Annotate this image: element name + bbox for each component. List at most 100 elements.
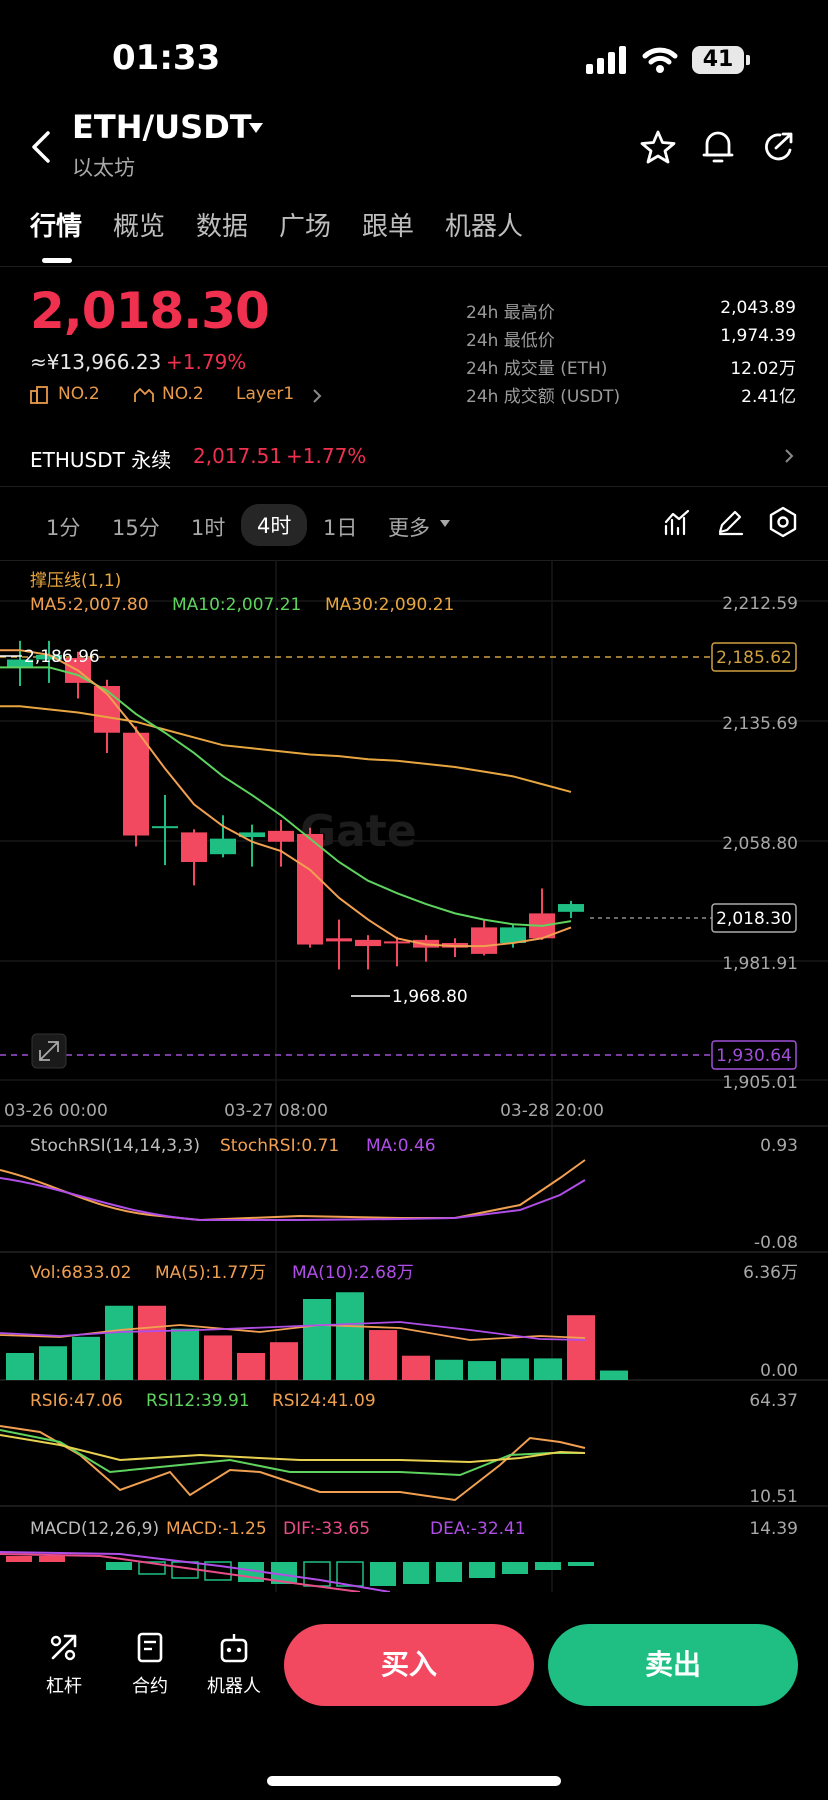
vol-label: Vol:6833.02 <box>30 1263 131 1283</box>
tab-copy-trade[interactable]: 跟单 <box>362 206 414 243</box>
indicator-icon[interactable] <box>664 508 690 536</box>
candle-body <box>181 832 207 862</box>
stochrsi-value: StochRSI:0.71 <box>220 1136 339 1156</box>
dea-value: DEA:-32.41 <box>430 1519 526 1539</box>
chevron-right-icon[interactable] <box>784 448 794 464</box>
tab-square[interactable]: 广场 <box>279 206 331 243</box>
y-tick-5: 1,905.01 <box>722 1073 798 1093</box>
stochrsi-ma: MA:0.46 <box>366 1136 436 1156</box>
volume-bar <box>534 1358 562 1380</box>
y-tick-3: 2,058.80 <box>722 834 798 854</box>
section-tabs: 行情 概览 数据 广场 跟单 机器人 <box>0 206 828 258</box>
bot-label: 机器人 <box>207 1676 261 1697</box>
timeframe-more[interactable]: 更多 <box>388 512 430 542</box>
volume-bar <box>138 1305 166 1380</box>
vol-top: 6.36万 <box>743 1263 798 1283</box>
candle-body <box>268 830 294 842</box>
x-label-1: 03-26 00:00 <box>4 1101 108 1121</box>
vol-ma10: MA(10):2.68万 <box>292 1263 414 1283</box>
leverage-icon <box>50 1634 77 1661</box>
tab-market[interactable]: 行情 <box>30 206 82 243</box>
contract-label: 合约 <box>132 1676 168 1697</box>
ma5-label: MA5:2,007.80 <box>30 595 149 615</box>
pair-title[interactable]: ETH/USDT <box>72 108 252 146</box>
candle-body <box>326 938 352 942</box>
volume-bar <box>435 1359 463 1380</box>
volume-bar <box>6 1353 34 1380</box>
high-label: 2,186.96 <box>24 647 100 667</box>
chart-settings-icon[interactable] <box>768 506 798 538</box>
x-label-2: 03-27 08:00 <box>224 1101 328 1121</box>
ma5-line <box>0 649 572 948</box>
cellular-signal-icon <box>586 46 626 74</box>
volume-bar <box>468 1361 496 1380</box>
low-label: 1,968.80 <box>392 987 468 1007</box>
ma10-line <box>0 666 572 927</box>
volume-bar <box>600 1370 628 1380</box>
vol-bottom: 0.00 <box>760 1361 798 1381</box>
stochrsi-ma-line <box>0 1177 586 1221</box>
volume-bar <box>72 1336 100 1380</box>
stat-value-high: 2,043.89 <box>720 298 796 318</box>
leverage-button[interactable]: 杠杆 <box>36 1632 92 1698</box>
volume-rank: NO.2 <box>162 384 204 404</box>
macd-label: MACD(12,26,9) <box>30 1519 159 1539</box>
timeframe-4h[interactable]: 4时 <box>241 504 308 546</box>
rsi-bottom: 10.51 <box>749 1487 798 1507</box>
sector-tag: Layer1 <box>236 384 295 404</box>
candle-body <box>123 732 149 836</box>
back-icon[interactable] <box>30 130 52 164</box>
dropdown-caret-icon[interactable] <box>248 122 264 134</box>
timeframe-15m[interactable]: 15分 <box>112 512 160 542</box>
dif-value: DIF:-33.65 <box>283 1519 370 1539</box>
stat-value-low: 1,974.39 <box>720 326 796 346</box>
vol-ma5: MA(5):1.77万 <box>155 1263 266 1283</box>
tab-overview[interactable]: 概览 <box>113 206 165 243</box>
ma10-label: MA10:2,007.21 <box>172 595 301 615</box>
perpetual-change: +1.77% <box>286 444 367 468</box>
resistance-value: 2,185.62 <box>716 648 792 668</box>
rsi6-line <box>0 1425 586 1502</box>
stat-value-volume: 12.02万 <box>730 359 796 379</box>
timeframe-1m[interactable]: 1分 <box>46 512 80 542</box>
stochrsi-label: StochRSI(14,14,3,3) <box>30 1136 200 1156</box>
home-indicator[interactable] <box>267 1776 561 1786</box>
tab-data[interactable]: 数据 <box>196 206 248 243</box>
divider <box>0 266 828 267</box>
volume-bar <box>171 1328 199 1380</box>
trend-rank-icon <box>134 387 154 402</box>
buy-button[interactable]: 买入 <box>284 1624 534 1706</box>
stat-label-turnover: 24h 成交额 (USDT) <box>466 387 621 407</box>
y-tick-1: 2,212.59 <box>722 594 798 614</box>
ma30-line <box>0 705 572 793</box>
last-price: 2,018.30 <box>30 282 270 340</box>
macd-value: MACD:-1.25 <box>166 1519 267 1539</box>
bell-icon[interactable] <box>702 128 734 166</box>
volume-bar <box>567 1315 595 1380</box>
current-price-value: 2,018.30 <box>716 909 792 929</box>
rsi-top: 64.37 <box>749 1391 798 1411</box>
draw-pencil-icon[interactable] <box>716 508 744 536</box>
contract-button[interactable]: 合约 <box>122 1632 178 1698</box>
coin-name: 以太坊 <box>72 156 135 180</box>
status-time: 01:33 <box>112 38 221 78</box>
support-value: 1,930.64 <box>716 1046 792 1066</box>
timeframe-1h[interactable]: 1时 <box>191 512 225 542</box>
sell-button[interactable]: 卖出 <box>548 1624 798 1706</box>
tab-bot[interactable]: 机器人 <box>445 206 523 243</box>
candle-body <box>355 939 381 947</box>
stochrsi-top: 0.93 <box>760 1136 798 1156</box>
stochrsi-line <box>0 1159 586 1222</box>
stat-value-turnover: 2.41亿 <box>741 387 796 407</box>
stat-label-high: 24h 最高价 <box>466 303 555 323</box>
share-icon[interactable] <box>762 130 796 164</box>
timeframe-1d[interactable]: 1日 <box>323 512 357 542</box>
stochrsi-bottom: -0.08 <box>754 1233 798 1253</box>
favorite-star-icon[interactable] <box>640 130 676 164</box>
kline-chart[interactable]: Gate 撑压线(1,1) MA5:2,007.80 MA10:2,007.21… <box>0 560 828 1592</box>
candle-body <box>384 941 410 944</box>
caret-down-icon <box>440 520 450 527</box>
rank-tags[interactable]: NO.2 NO.2 Layer1 <box>30 384 350 408</box>
bot-button[interactable]: 机器人 <box>202 1632 266 1698</box>
volume-bar <box>336 1292 364 1380</box>
